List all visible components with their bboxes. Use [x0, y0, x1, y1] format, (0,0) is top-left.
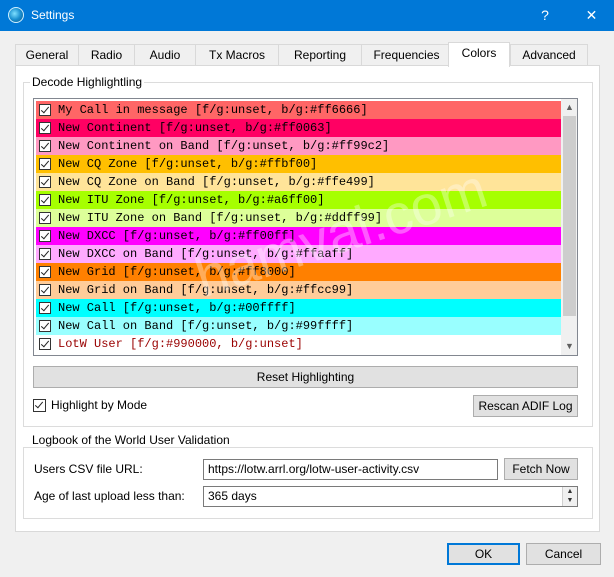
- highlight-row[interactable]: New ITU Zone [f/g:unset, b/g:#a6ff00]: [36, 191, 561, 209]
- highlight-row[interactable]: New Grid [f/g:unset, b/g:#ff8000]: [36, 263, 561, 281]
- tab-audio[interactable]: Audio: [134, 44, 196, 66]
- age-label: Age of last upload less than:: [34, 489, 185, 503]
- tab-colors[interactable]: Colors: [448, 42, 510, 67]
- csv-url-input[interactable]: https://lotw.arrl.org/lotw-user-activity…: [203, 459, 498, 480]
- close-button[interactable]: ✕: [569, 0, 614, 31]
- tab-frequencies[interactable]: Frequencies: [361, 44, 452, 66]
- spin-down-icon[interactable]: ▼: [563, 496, 577, 505]
- tab-tx-macros[interactable]: Tx Macros: [195, 44, 279, 66]
- scroll-thumb[interactable]: [563, 116, 576, 316]
- highlight-row[interactable]: New DXCC on Band [f/g:unset, b/g:#ffaaff…: [36, 245, 561, 263]
- highlight-row[interactable]: New Continent [f/g:unset, b/g:#ff0063]: [36, 119, 561, 137]
- highlight-row[interactable]: New Continent on Band [f/g:unset, b/g:#f…: [36, 137, 561, 155]
- spin-up-icon[interactable]: ▲: [563, 487, 577, 496]
- row-checkbox[interactable]: [39, 104, 51, 116]
- list-scrollbar[interactable]: ▲ ▼: [561, 99, 577, 355]
- row-label: New Call [f/g:unset, b/g:#00ffff]: [58, 301, 296, 315]
- csv-url-label: Users CSV file URL:: [34, 462, 143, 476]
- tab-radio[interactable]: Radio: [78, 44, 135, 66]
- highlight-row[interactable]: LotW User [f/g:#990000, b/g:unset]: [36, 335, 561, 353]
- cancel-button[interactable]: Cancel: [526, 543, 601, 565]
- row-checkbox[interactable]: [39, 140, 51, 152]
- row-label: New ITU Zone [f/g:unset, b/g:#a6ff00]: [58, 193, 325, 207]
- row-label: New Continent on Band [f/g:unset, b/g:#f…: [58, 139, 390, 153]
- reset-highlighting-button[interactable]: Reset Highlighting: [33, 366, 578, 388]
- rescan-adif-log-button[interactable]: Rescan ADIF Log: [473, 395, 578, 417]
- title-bar: Settings ? ✕: [0, 0, 614, 31]
- row-checkbox[interactable]: [39, 212, 51, 224]
- row-checkbox[interactable]: [39, 320, 51, 332]
- tab-reporting[interactable]: Reporting: [278, 44, 362, 66]
- highlight-row[interactable]: New DXCC [f/g:unset, b/g:#ff00ff]: [36, 227, 561, 245]
- row-label: New CQ Zone [f/g:unset, b/g:#ffbf00]: [58, 157, 318, 171]
- highlight-row[interactable]: New ITU Zone on Band [f/g:unset, b/g:#dd…: [36, 209, 561, 227]
- row-checkbox[interactable]: [39, 176, 51, 188]
- highlight-row[interactable]: New CQ Zone on Band [f/g:unset, b/g:#ffe…: [36, 173, 561, 191]
- help-button[interactable]: ?: [525, 0, 565, 31]
- row-checkbox[interactable]: [39, 194, 51, 206]
- tab-general[interactable]: General: [15, 44, 79, 66]
- row-label: LotW User [f/g:#990000, b/g:unset]: [58, 337, 303, 351]
- fetch-now-button[interactable]: Fetch Now: [504, 458, 578, 480]
- highlight-row[interactable]: New CQ Zone [f/g:unset, b/g:#ffbf00]: [36, 155, 561, 173]
- age-value: 365 days: [208, 489, 257, 503]
- row-checkbox[interactable]: [39, 230, 51, 242]
- row-label: My Call in message [f/g:unset, b/g:#ff66…: [58, 103, 368, 117]
- scroll-down-icon[interactable]: ▼: [561, 338, 577, 355]
- window-title: Settings: [31, 8, 75, 22]
- highlight-by-mode-label: Highlight by Mode: [51, 398, 148, 412]
- highlight-list[interactable]: My Call in message [f/g:unset, b/g:#ff66…: [33, 98, 578, 356]
- row-label: New ITU Zone on Band [f/g:unset, b/g:#dd…: [58, 211, 383, 225]
- lotw-group-title: Logbook of the World User Validation: [30, 433, 232, 447]
- row-label: New CQ Zone on Band [f/g:unset, b/g:#ffe…: [58, 175, 375, 189]
- age-spinbox[interactable]: 365 days ▲ ▼: [203, 486, 578, 507]
- row-checkbox[interactable]: [39, 248, 51, 260]
- spin-buttons[interactable]: ▲ ▼: [562, 487, 577, 506]
- row-checkbox[interactable]: [39, 284, 51, 296]
- ok-button[interactable]: OK: [447, 543, 520, 565]
- row-checkbox[interactable]: [39, 302, 51, 314]
- row-checkbox[interactable]: [39, 266, 51, 278]
- row-checkbox[interactable]: [39, 122, 51, 134]
- highlight-row[interactable]: My Call in message [f/g:unset, b/g:#ff66…: [36, 101, 561, 119]
- row-label: New Call on Band [f/g:unset, b/g:#99ffff…: [58, 319, 354, 333]
- highlight-row[interactable]: New Grid on Band [f/g:unset, b/g:#ffcc99…: [36, 281, 561, 299]
- highlight-by-mode-checkbox[interactable]: [33, 399, 46, 412]
- row-label: New Continent [f/g:unset, b/g:#ff0063]: [58, 121, 332, 135]
- scroll-up-icon[interactable]: ▲: [561, 99, 577, 116]
- app-icon: [8, 7, 24, 23]
- row-label: New Grid [f/g:unset, b/g:#ff8000]: [58, 265, 296, 279]
- row-label: New DXCC [f/g:unset, b/g:#ff00ff]: [58, 229, 296, 243]
- row-label: New DXCC on Band [f/g:unset, b/g:#ffaaff…: [58, 247, 354, 261]
- row-checkbox[interactable]: [39, 338, 51, 350]
- tab-advanced[interactable]: Advanced: [510, 44, 588, 66]
- row-label: New Grid on Band [f/g:unset, b/g:#ffcc99…: [58, 283, 354, 297]
- decode-group-title: Decode Highlightling: [30, 75, 145, 89]
- row-checkbox[interactable]: [39, 158, 51, 170]
- highlight-row[interactable]: New Call [f/g:unset, b/g:#00ffff]: [36, 299, 561, 317]
- highlight-row[interactable]: New Call on Band [f/g:unset, b/g:#99ffff…: [36, 317, 561, 335]
